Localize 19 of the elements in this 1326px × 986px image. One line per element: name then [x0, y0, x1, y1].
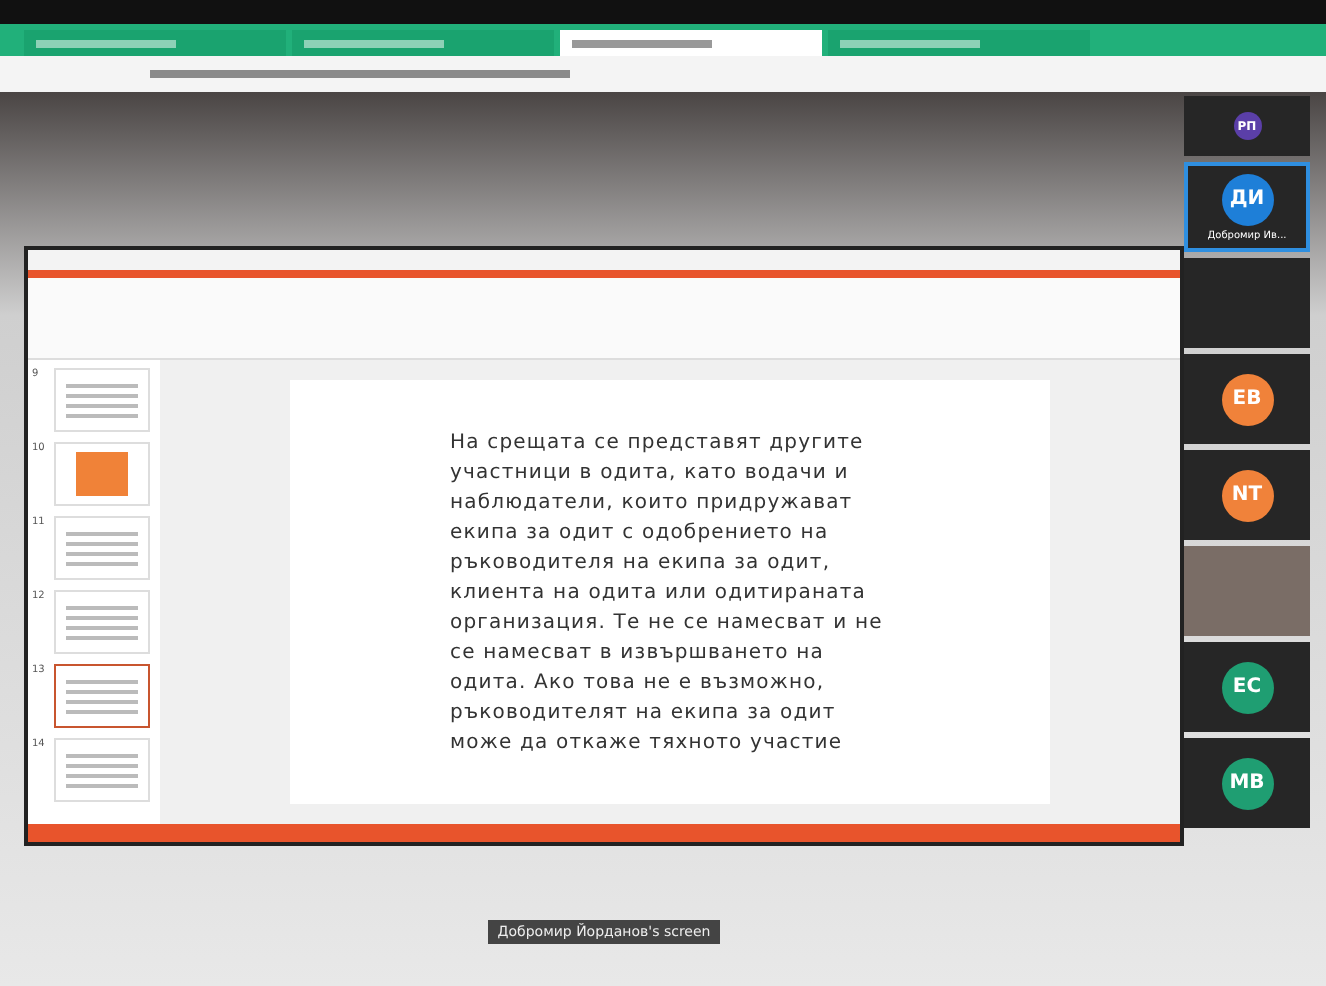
participant-avatar: МВ: [1221, 757, 1273, 809]
participant-tile[interactable]: NT: [1184, 450, 1310, 540]
participant-tile[interactable]: МВ: [1184, 738, 1310, 828]
participant-avatar: ЕВ: [1221, 373, 1273, 425]
browser-tab[interactable]: [24, 30, 286, 56]
slide-text: На срещата се представят другите участници в одита, като водачи и наблюдатели, които придружават екипа за одит с одобрението на ръководителя на екипа за одит, клиента на одита или одитираната организация. Те не се намесват и не се намесват в извършването на одита. Ако това не е възможно, ръководителят на екипа за одит може да откаже тяхното участие: [450, 429, 885, 757]
video-placeholder: [1184, 546, 1310, 636]
browser-tab[interactable]: [828, 30, 1090, 56]
slide-thumbnail[interactable]: [54, 664, 150, 728]
participant-avatar: ДИ: [1221, 173, 1273, 225]
browser-tab[interactable]: [292, 30, 554, 56]
participant-tile[interactable]: [1184, 546, 1310, 636]
participant-tile[interactable]: ЕВ: [1184, 354, 1310, 444]
participant-tile[interactable]: [1184, 258, 1310, 348]
participant-avatar: NT: [1221, 469, 1273, 521]
participant-tile[interactable]: ЕС: [1184, 642, 1310, 732]
address-bar[interactable]: [0, 56, 1326, 92]
participant-avatar: ЕС: [1221, 661, 1273, 713]
browser-tab[interactable]: [560, 30, 822, 56]
